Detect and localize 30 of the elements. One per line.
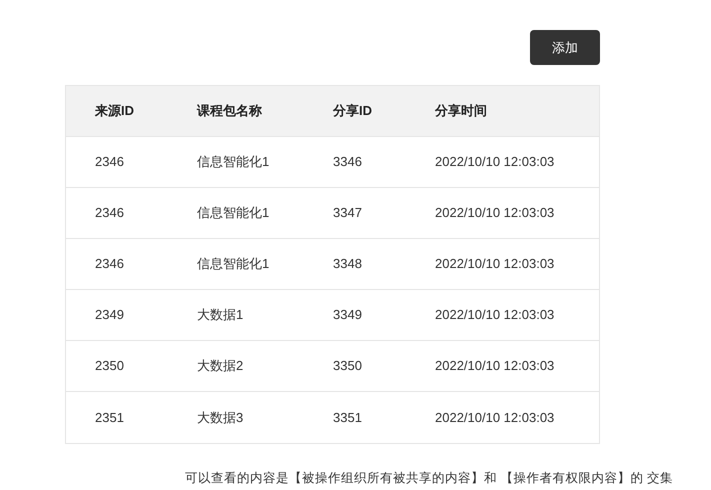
table-cell: 2346	[95, 154, 124, 169]
table-cell: 3350	[333, 358, 362, 373]
table-cell: 信息智能化1	[197, 205, 270, 220]
table-cell: 大数据2	[197, 358, 244, 373]
table-cell: 大数据3	[197, 410, 244, 424]
table-cell: 大数据1	[197, 307, 244, 322]
table-cell: 信息智能化1	[197, 154, 270, 169]
table-cell: 2022/10/10 12:03:03	[435, 154, 554, 169]
table-cell: 2350	[95, 358, 124, 373]
add-button[interactable]: 添加	[530, 30, 600, 65]
table-cell: 3347	[333, 205, 362, 220]
table-cell: 3346	[333, 154, 362, 169]
table-cell: 2349	[95, 307, 124, 322]
column-header: 课程包名称	[197, 103, 262, 118]
note-text: 可以查看的内容是【被操作组织所有被共享的内容】和 【操作者有权限内容】的 交集	[185, 471, 673, 485]
table-cell: 2022/10/10 12:03:03	[435, 205, 554, 220]
table-cell: 2346	[95, 205, 124, 220]
table-cell: 信息智能化1	[197, 256, 270, 271]
table-cell: 2022/10/10 12:03:03	[435, 307, 554, 322]
table-cell: 3348	[333, 256, 362, 271]
table-cell: 2022/10/10 12:03:03	[435, 358, 554, 373]
column-header: 分享时间	[435, 103, 487, 118]
table-cell: 2022/10/10 12:03:03	[435, 410, 554, 424]
column-header: 分享ID	[333, 103, 372, 118]
table-cell: 3349	[333, 307, 362, 322]
table-cell: 2022/10/10 12:03:03	[435, 256, 554, 271]
table-cell: 2351	[95, 410, 124, 424]
table-cell: 3351	[333, 410, 362, 424]
column-header: 来源ID	[95, 103, 134, 118]
table-cell: 2346	[95, 256, 124, 271]
